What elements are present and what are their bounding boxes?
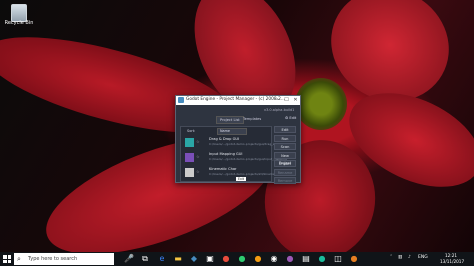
list-item[interactable]: ☆ Drag & Drop GUI C:/Users/.../godot-dem… — [183, 136, 287, 151]
app-icon[interactable]: ◉ — [269, 254, 279, 264]
language-indicator[interactable]: ENG — [418, 255, 428, 260]
volume-icon[interactable]: ♪ — [408, 255, 411, 260]
godot-app-icon[interactable]: ◆ — [189, 254, 199, 264]
network-icon[interactable]: ▥ — [398, 255, 402, 260]
app-icon[interactable]: ● — [221, 254, 231, 264]
project-icon — [185, 168, 194, 177]
windows-start-icon[interactable] — [3, 255, 11, 263]
edge-browser-icon[interactable]: e — [157, 254, 167, 264]
tooltip: Exit — [236, 177, 247, 181]
store-icon[interactable]: ▣ — [205, 254, 215, 264]
minimize-button[interactable]: – — [273, 96, 282, 105]
task-view-icon[interactable]: ⧉ — [140, 254, 150, 264]
remove-button[interactable]: Remove — [274, 177, 296, 184]
list-item[interactable]: ☆ Input Mapping GUI C:/Users/.../godot-d… — [183, 151, 287, 166]
tray-chevron-icon[interactable]: ˄ — [390, 255, 392, 260]
maximize-button[interactable]: ☐ — [282, 96, 291, 105]
tab-templates[interactable]: Templates — [240, 116, 264, 122]
app-icon[interactable]: ● — [285, 254, 295, 264]
window-titlebar[interactable]: Godot Engine - Project Manager - (c) 200… — [176, 96, 300, 105]
project-name: Drag & Drop GUI — [209, 137, 240, 141]
project-actions: Edit Run Scan New Project Import Rename … — [274, 126, 296, 186]
godot-logo-icon — [178, 97, 184, 103]
project-icon — [185, 138, 194, 147]
engine-version: v3.0.alpha.build1 — [264, 108, 295, 112]
app-icon[interactable]: ◫ — [333, 254, 343, 264]
window-title: Godot Engine - Project Manager - (c) 200… — [186, 97, 285, 102]
app-icon[interactable]: ● — [349, 254, 359, 264]
scan-button[interactable]: Scan — [274, 143, 296, 150]
rename-button[interactable]: Rename — [274, 168, 296, 176]
desktop-background: Recycle Bin Godot Engine - Project Manag… — [0, 0, 474, 252]
search-placeholder: Type here to search — [28, 256, 78, 262]
settings-edit-button[interactable]: ⚙ Edit — [285, 116, 296, 120]
clock-date: 13/11/2017 — [440, 258, 465, 264]
project-name: Kinematic Char — [209, 167, 237, 171]
flower-center — [295, 78, 347, 130]
run-button[interactable]: Run — [274, 134, 296, 142]
sort-select[interactable]: Name — [217, 128, 247, 135]
new-project-button[interactable]: New Project — [274, 151, 296, 165]
search-icon: ⌕ — [17, 255, 21, 263]
project-icon — [185, 153, 194, 162]
sort-label: Sort: — [187, 129, 196, 133]
app-icon[interactable]: ● — [237, 254, 247, 264]
app-icon[interactable]: ▤ — [301, 254, 311, 264]
recycle-bin-icon[interactable]: Recycle Bin — [5, 3, 33, 26]
microphone-icon[interactable]: 🎤 — [124, 254, 134, 264]
app-icon[interactable]: ● — [253, 254, 263, 264]
app-icon[interactable]: ● — [317, 254, 327, 264]
close-button[interactable]: ✕ — [291, 96, 300, 105]
edit-button[interactable]: Edit — [274, 126, 296, 133]
list-item[interactable]: ☆ Kinematic Char C:/Users/.../godot-demo… — [183, 166, 286, 181]
project-manager-window[interactable]: Godot Engine - Project Manager - (c) 200… — [175, 95, 301, 186]
recycle-bin-label: Recycle Bin — [4, 20, 34, 26]
import-button[interactable]: Import — [274, 160, 296, 167]
system-clock[interactable]: 12:21 13/11/2017 — [440, 253, 465, 264]
taskbar: ⌕ Type here to search 🎤 ⧉ e ▬ ◆ ▣ ● ● ● … — [0, 252, 474, 266]
favorite-star-icon[interactable]: ☆ — [196, 154, 200, 159]
search-box[interactable]: ⌕ Type here to search — [14, 253, 114, 265]
favorite-star-icon[interactable]: ☆ — [196, 169, 200, 174]
file-explorer-icon[interactable]: ▬ — [173, 254, 183, 264]
project-list[interactable]: Sort: Name ☆ Drag & Drop GUI C:/Users/..… — [180, 126, 287, 182]
favorite-star-icon[interactable]: ☆ — [196, 139, 200, 144]
project-name: Input Mapping GUI — [209, 152, 243, 156]
